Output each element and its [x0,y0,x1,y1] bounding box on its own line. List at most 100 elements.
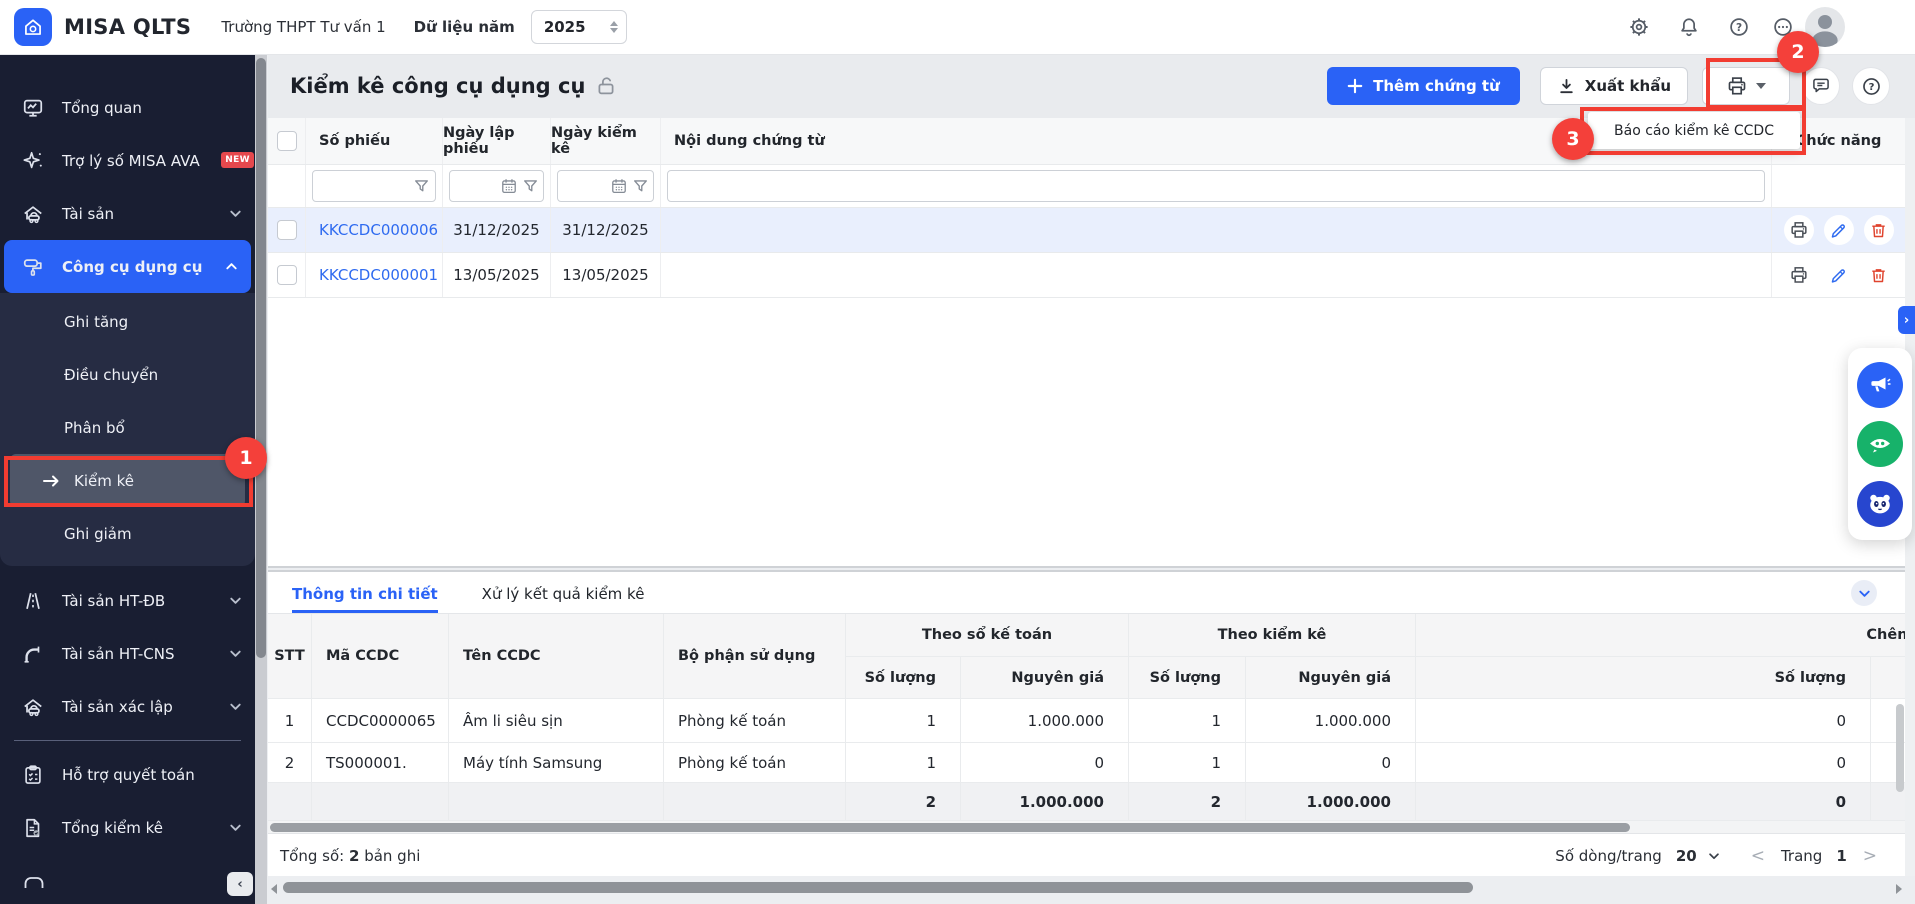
column-header-nguyen-gia[interactable] [1871,657,1905,699]
cell-noi-dung [661,253,1772,297]
sidebar-item-tong-quan[interactable]: Tổng quan [0,81,255,134]
stepper-down-icon[interactable] [610,28,618,33]
user-avatar[interactable] [1805,7,1845,47]
page-label: Trang [1781,847,1822,865]
notifications-bell-icon[interactable] [1678,16,1700,38]
scroll-right-arrow[interactable] [1896,884,1902,894]
submenu-item-ghi-giam[interactable]: Ghi giảm [0,507,255,560]
record-count: Tổng số: 2 bản ghi [280,847,420,865]
print-dropdown-button[interactable] [1702,67,1790,105]
column-header-so-luong[interactable]: Số lượng [1129,657,1246,699]
row-print-button[interactable] [1784,215,1814,245]
detail-collapse-button[interactable] [1851,580,1877,606]
scroll-left-arrow[interactable] [271,884,277,894]
filter-so-phieu[interactable] [306,165,443,207]
sidebar-item-tai-san-ht-db[interactable]: Tài sản HT-ĐB [0,574,255,627]
total-kt-nguyen-gia: 1.000.000 [961,783,1129,821]
sidebar-collapse-button[interactable]: ‹ [227,872,253,896]
detail-vscrollbar-thumb[interactable] [1896,704,1904,792]
filter-ngay-lap[interactable] [443,165,551,207]
row-delete-button[interactable] [1864,260,1894,290]
submenu-item-label: Điều chuyển [64,366,158,384]
column-header-ma-ccdc[interactable]: Mã CCDC [312,614,449,699]
cell-kt-nguyen-gia: 1.000.000 [961,699,1129,743]
column-header-so-luong[interactable]: Số lượng [1416,657,1871,699]
settings-gear-icon[interactable] [1628,16,1650,38]
expand-side-tab[interactable]: › [1898,306,1915,334]
submenu-item-phan-bo[interactable]: Phân bổ [0,401,255,454]
help-icon[interactable] [1728,16,1750,38]
submenu-item-dieu-chuyen[interactable]: Điều chuyển [0,348,255,401]
pagination: Số dòng/trang 20 < Trang 1 > [1555,846,1879,866]
column-header-nguyen-gia[interactable]: Nguyên giá [961,657,1129,699]
row-edit-button[interactable] [1824,215,1854,245]
column-header-ten-ccdc[interactable]: Tên CCDC [449,614,664,699]
sidebar-item-tai-san[interactable]: Tài sản [0,187,255,240]
tab-thong-tin-chi-tiet[interactable]: Thông tin chi tiết [292,585,438,613]
sidebar-item-cong-cu-dung-cu[interactable]: Công cụ dụng cụ [4,240,251,293]
prev-page-button[interactable]: < [1749,846,1767,866]
page-help-button[interactable] [1852,67,1890,105]
calendar-icon[interactable] [500,177,518,195]
person-icon [1805,7,1845,47]
sidebar-item-tro-ly-misa-ava[interactable]: Trợ lý số MISA AVA NEW [0,134,255,187]
submenu-item-kiem-ke[interactable]: Kiểm kê [10,454,245,507]
detail-hscrollbar-thumb[interactable] [270,823,1630,832]
announcement-button[interactable] [1857,362,1903,408]
column-header-so-phieu[interactable]: Số phiếu [306,118,443,164]
detail-table-viewport: STT Mã CCDC Tên CCDC Bộ phận sử dụng The… [268,614,1905,821]
calendar-icon[interactable] [610,177,628,195]
voucher-link[interactable]: KKCCDC000001 [319,266,438,284]
year-stepper[interactable] [610,21,618,33]
zalo-chat-button[interactable] [1857,421,1903,467]
column-header-ngay-kiem-ke[interactable]: Ngày kiểm kê [551,118,661,164]
select-all-checkbox[interactable] [277,131,297,151]
sidebar-item-tai-san-ht-cns[interactable]: Tài sản HT-CNS [0,627,255,680]
caret-down-icon [1756,83,1766,89]
column-header-bo-phan[interactable]: Bộ phận sử dụng [664,614,846,699]
export-button[interactable]: Xuất khẩu [1540,67,1688,105]
column-header-so-luong[interactable]: Số lượng [846,657,961,699]
cell-noi-dung [661,208,1772,252]
feedback-chat-button[interactable] [1802,67,1840,105]
sidebar-item-tong-kiem-ke[interactable]: Tổng kiểm kê [0,801,255,854]
row-print-button[interactable] [1784,260,1814,290]
add-voucher-button[interactable]: Thêm chứng từ [1327,67,1520,105]
row-checkbox[interactable] [277,265,297,285]
year-selector[interactable]: 2025 [531,10,627,44]
unlock-icon[interactable] [595,75,617,97]
filter-noi-dung[interactable] [661,165,1772,207]
filter-ngay-kiem-ke[interactable] [551,165,661,207]
detail-row[interactable]: 1 CCDC0000065 Âm li siêu sịn Phòng kế to… [268,699,1905,743]
tab-xu-ly-ket-qua[interactable]: Xử lý kết quả kiểm kê [482,585,645,613]
sidebar-scrollbar-thumb[interactable] [256,58,266,658]
voucher-link[interactable]: KKCCDC000006 [319,221,438,239]
page-hscrollbar-thumb[interactable] [283,882,1473,893]
row-delete-button[interactable] [1864,215,1894,245]
more-options-icon[interactable] [1772,16,1794,38]
detail-row[interactable]: 2 TS000001. Máy tính Samsung Phòng kế to… [268,743,1905,783]
submenu-item-ghi-tang[interactable]: Ghi tăng [0,295,255,348]
sidebar-item-partial[interactable] [0,854,255,904]
sidebar-item-tai-san-xac-lap[interactable]: Tài sản xác lập [0,680,255,733]
organization-name[interactable]: Trường THPT Tư vấn 1 [221,18,385,36]
sidebar-item-ho-tro-quyet-toan[interactable]: Hỗ trợ quyết toán [0,748,255,801]
filter-noi-dung-input[interactable] [667,170,1765,202]
column-header-ngay-lap[interactable]: Ngày lập phiếu [443,118,551,164]
misa-assistant-button[interactable] [1857,481,1903,527]
row-checkbox[interactable] [277,220,297,240]
row-edit-button[interactable] [1824,260,1854,290]
funnel-icon[interactable] [632,178,649,195]
column-header-nguyen-gia[interactable]: Nguyên giá [1246,657,1416,699]
stepper-up-icon[interactable] [610,21,618,26]
table-row[interactable]: KKCCDC000001 13/05/2025 13/05/2025 [268,253,1905,298]
page-size-select[interactable]: 20 [1676,847,1721,865]
funnel-icon[interactable] [522,178,539,195]
menu-item-bao-cao-kiem-ke-ccdc[interactable]: Báo cáo kiểm kê CCDC [1614,123,1774,139]
funnel-icon[interactable] [413,178,430,195]
total-kt-so-luong: 2 [846,783,961,821]
pencil-icon [1829,266,1848,285]
table-row[interactable]: KKCCDC000006 31/12/2025 31/12/2025 [268,208,1905,253]
next-page-button[interactable]: > [1861,846,1879,866]
app-logo[interactable] [14,8,52,46]
